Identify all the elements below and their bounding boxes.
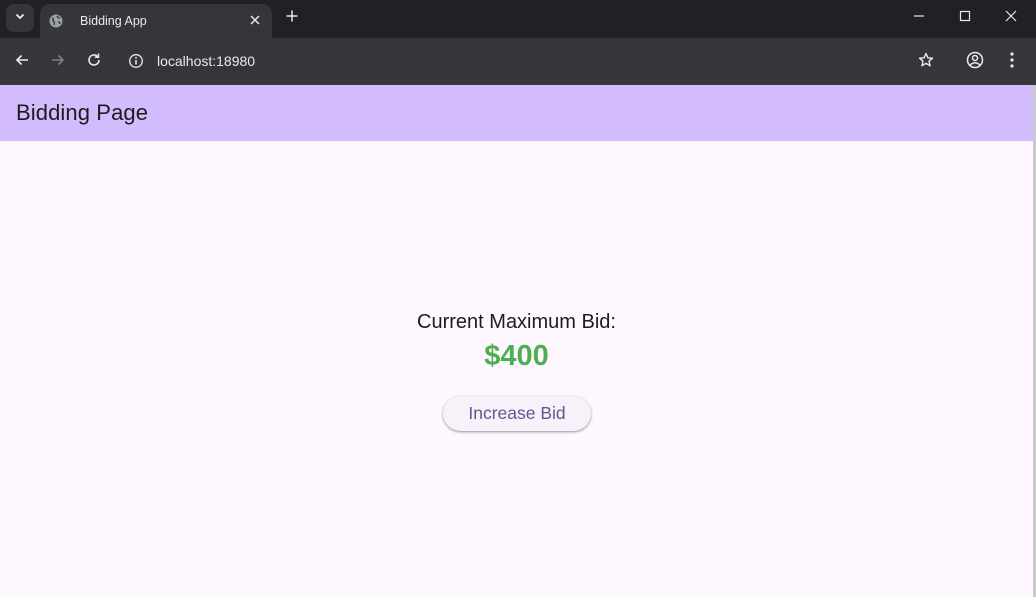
browser-toolbar: localhost:18980	[0, 38, 1036, 85]
tab-search-button[interactable]	[6, 4, 34, 32]
close-window-button[interactable]	[988, 0, 1034, 36]
maximize-button[interactable]	[942, 0, 988, 36]
plus-icon	[286, 9, 298, 27]
reload-icon	[86, 52, 102, 73]
increase-bid-button[interactable]: Increase Bid	[443, 396, 591, 431]
profile-icon	[966, 51, 984, 74]
info-icon[interactable]	[128, 53, 144, 69]
maximize-icon	[959, 9, 971, 27]
browser-menu-button[interactable]	[999, 49, 1025, 75]
bid-label: Current Maximum Bid:	[417, 311, 616, 333]
minimize-button[interactable]	[896, 0, 942, 36]
forward-arrow-icon	[50, 52, 66, 73]
bookmark-button[interactable]	[913, 49, 939, 75]
main-content: Current Maximum Bid: $400 Increase Bid	[0, 141, 1033, 597]
globe-icon	[48, 13, 64, 29]
reload-button[interactable]	[81, 49, 107, 75]
app-bar: Bidding Page	[0, 85, 1033, 141]
close-icon	[1005, 9, 1017, 27]
browser-tabstrip: Bidding App	[0, 0, 1036, 38]
more-vert-icon	[1010, 51, 1014, 73]
back-arrow-icon	[14, 52, 30, 73]
tab-bidding-app[interactable]: Bidding App	[40, 4, 272, 38]
back-button[interactable]	[9, 49, 35, 75]
address-text: localhost:18980	[157, 53, 256, 69]
close-icon[interactable]	[246, 11, 264, 29]
tab-title: Bidding App	[80, 14, 147, 28]
page-title: Bidding Page	[16, 100, 149, 125]
address-bar[interactable]: localhost:18980	[118, 44, 952, 78]
forward-button[interactable]	[45, 49, 71, 75]
profile-button[interactable]	[962, 49, 988, 75]
minimize-icon	[913, 9, 925, 27]
bid-value: $400	[484, 340, 549, 372]
chevron-down-icon	[14, 9, 26, 27]
new-tab-button[interactable]	[282, 7, 302, 29]
star-icon	[918, 52, 934, 73]
